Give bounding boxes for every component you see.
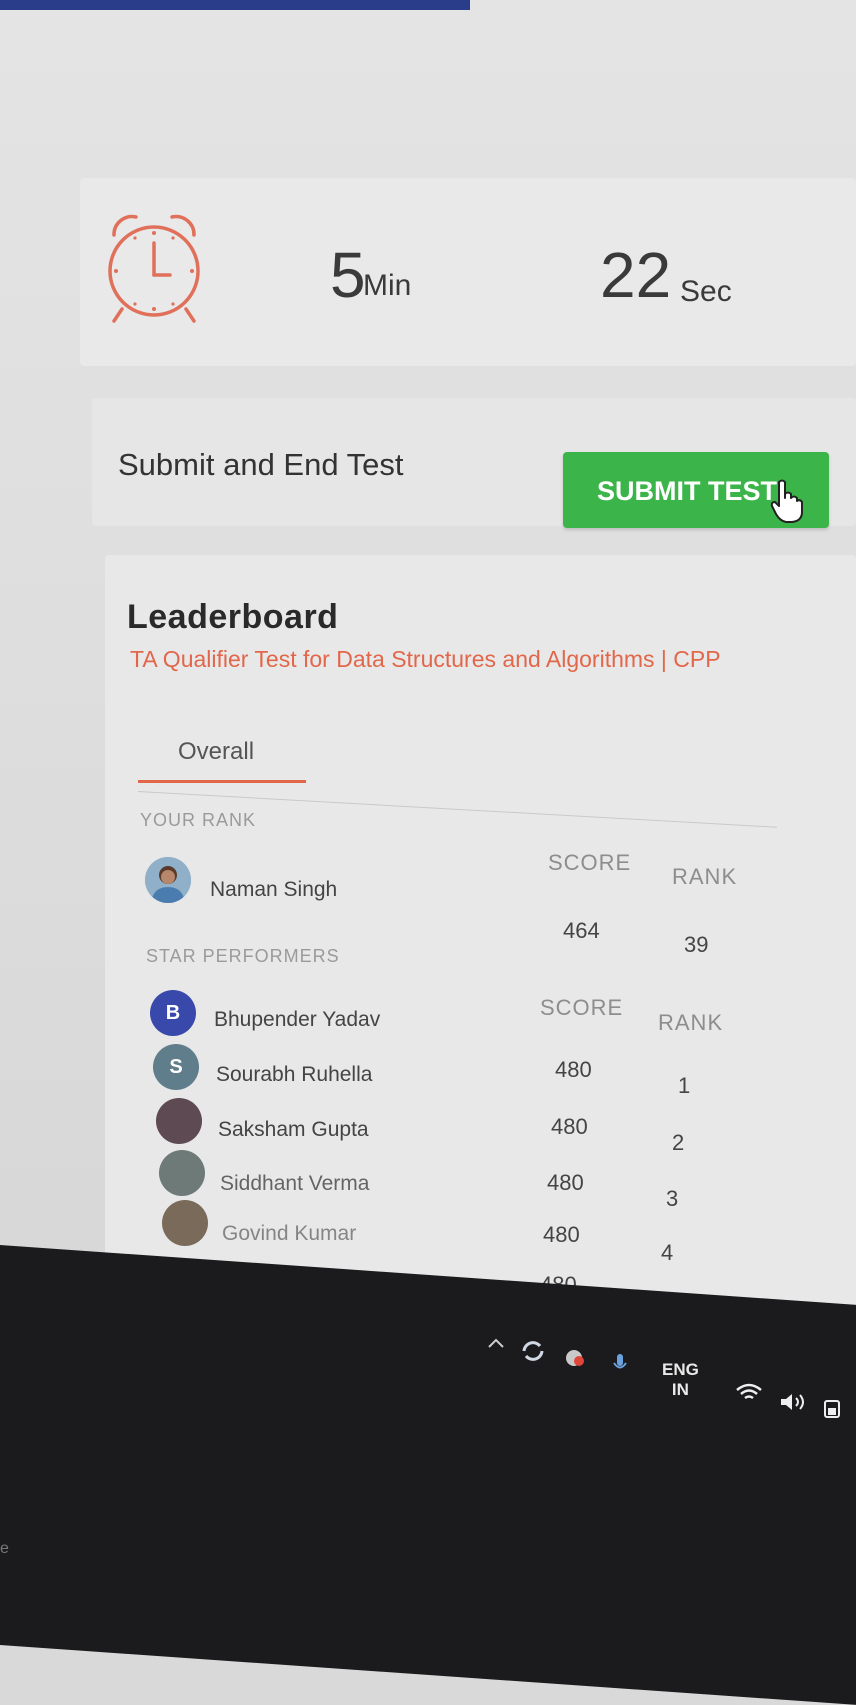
star-performers-heading: STAR PERFORMERS bbox=[146, 946, 340, 966]
submit-label: Submit and End Test bbox=[118, 447, 404, 482]
performer-rank: 2 bbox=[672, 1130, 685, 1155]
performer-score: 480 bbox=[551, 1114, 588, 1139]
your-score-header: SCORE bbox=[548, 850, 632, 875]
leaderboard-subtitle: TA Qualifier Test for Data Structures an… bbox=[130, 646, 721, 672]
performer-name: Govind Kumar bbox=[222, 1222, 357, 1245]
volume-icon[interactable] bbox=[778, 1390, 810, 1414]
your-rank-heading: YOUR RANK bbox=[140, 810, 257, 830]
windows-taskbar bbox=[0, 1245, 856, 1705]
performers-rank-header: RANK bbox=[658, 1010, 724, 1035]
performer-name: Siddhant Verma bbox=[220, 1172, 370, 1195]
microphone-icon[interactable] bbox=[612, 1352, 628, 1376]
timer-minutes: 5 bbox=[330, 239, 366, 311]
timer-seconds-unit: Sec bbox=[680, 275, 732, 308]
browser-top-bar bbox=[0, 0, 470, 10]
performer-name: Bhupender Yadav bbox=[214, 1008, 381, 1031]
battery-icon[interactable] bbox=[822, 1396, 842, 1420]
your-name: Naman Singh bbox=[210, 878, 338, 901]
your-rank-header: RANK bbox=[672, 864, 738, 889]
language-indicator[interactable]: ENG IN bbox=[662, 1360, 699, 1400]
performer-avatar-photo bbox=[162, 1200, 208, 1246]
performer-avatar: B bbox=[150, 990, 196, 1036]
hand-cursor-icon bbox=[770, 479, 803, 523]
your-score: 464 bbox=[563, 918, 600, 943]
sync-icon[interactable] bbox=[520, 1340, 546, 1362]
performer-score: 480 bbox=[555, 1057, 592, 1082]
timer-minutes-unit: Min bbox=[363, 269, 412, 302]
performer-rank: 4 bbox=[661, 1240, 674, 1265]
performer-avatar: S bbox=[153, 1044, 199, 1090]
your-rank: 39 bbox=[684, 932, 709, 957]
corner-text: e bbox=[0, 1540, 9, 1557]
performers-score-header: SCORE bbox=[540, 995, 624, 1020]
tab-active-underline bbox=[138, 780, 306, 783]
performer-name: Sourabh Ruhella bbox=[216, 1063, 373, 1086]
performer-rank: 3 bbox=[666, 1186, 679, 1211]
performer-avatar-photo bbox=[159, 1150, 205, 1196]
performer-name: Saksham Gupta bbox=[218, 1118, 369, 1141]
wifi-icon[interactable] bbox=[734, 1382, 764, 1404]
user-avatar bbox=[145, 857, 191, 903]
timer-seconds: 22 bbox=[600, 239, 672, 311]
tab-overall[interactable]: Overall bbox=[178, 738, 254, 766]
alarm-clock-icon bbox=[108, 214, 200, 323]
chevron-up-icon[interactable] bbox=[486, 1336, 506, 1350]
performer-avatar-photo bbox=[156, 1098, 202, 1144]
performer-rank: 1 bbox=[678, 1073, 691, 1098]
performer-score: 480 bbox=[543, 1222, 580, 1247]
performer-score: 480 bbox=[547, 1170, 584, 1195]
leaderboard-title: Leaderboard bbox=[127, 598, 339, 636]
security-shield-icon[interactable] bbox=[562, 1348, 586, 1368]
